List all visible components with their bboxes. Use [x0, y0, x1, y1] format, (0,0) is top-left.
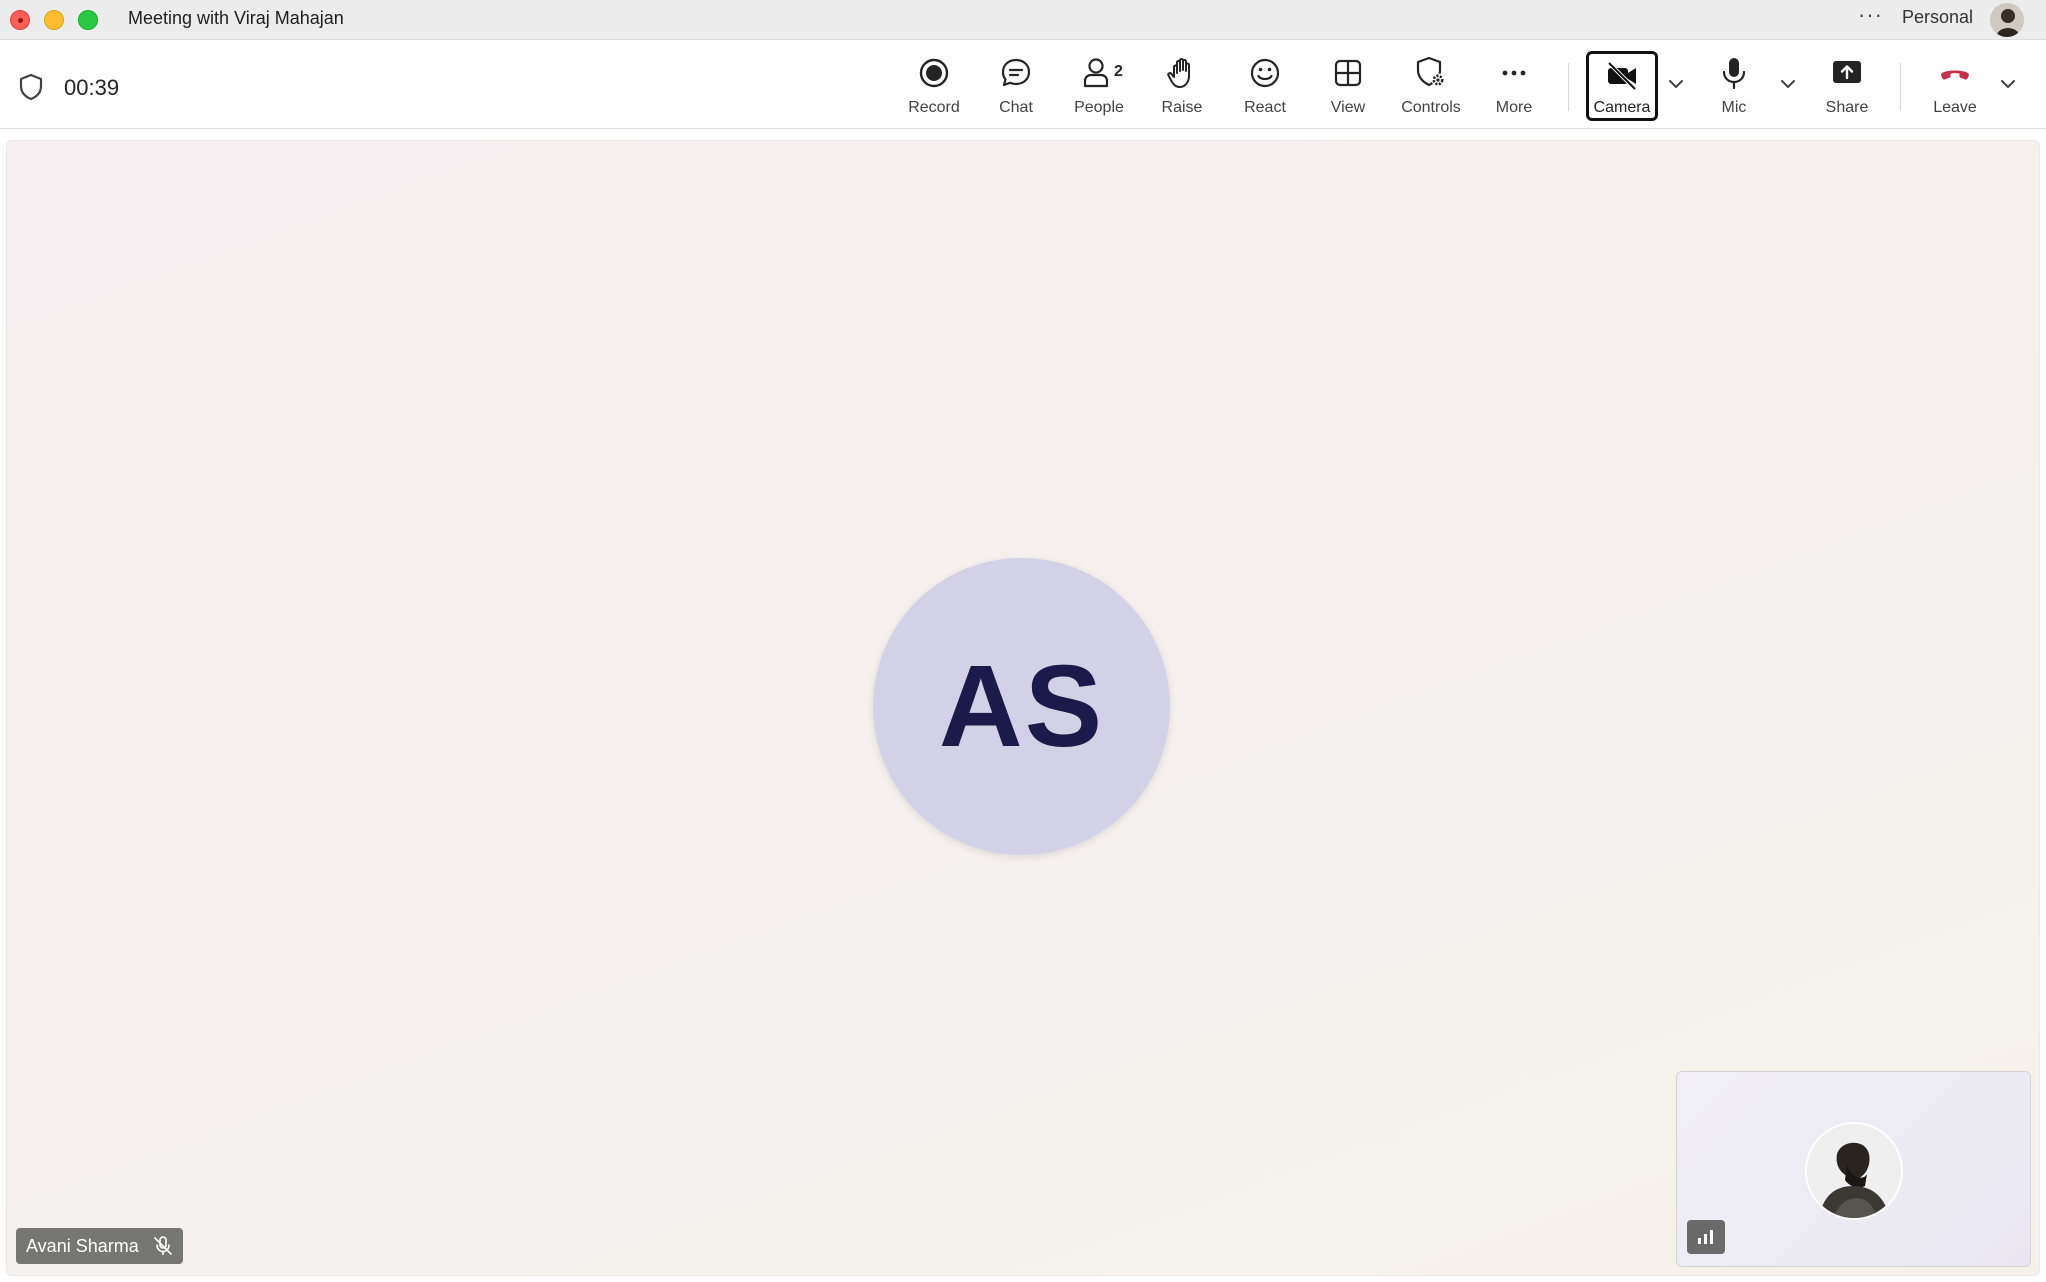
- mic-label: Mic: [1721, 99, 1747, 116]
- participant-initials: AS: [938, 641, 1105, 771]
- raise-label: Raise: [1161, 99, 1203, 116]
- more-label: More: [1495, 99, 1533, 116]
- mic-button[interactable]: Mic: [1694, 41, 1774, 129]
- meeting-timer: 00:39: [64, 75, 120, 100]
- more-icon: [1502, 70, 1526, 76]
- record-icon: [919, 58, 949, 88]
- zoom-window-button[interactable]: [78, 10, 98, 30]
- leave-label: Leave: [1933, 99, 1977, 116]
- hang-up-icon: [1941, 70, 1969, 80]
- camera-options-chevron-icon[interactable]: [1668, 77, 1684, 91]
- shield-icon[interactable]: [18, 73, 44, 101]
- minimize-window-button[interactable]: [44, 10, 64, 30]
- window-title-bar: Meeting with Viraj Mahajan ··· Personal: [0, 0, 2046, 40]
- camera-off-icon: [1607, 61, 1637, 91]
- chat-button[interactable]: Chat: [976, 41, 1056, 129]
- window-title: Meeting with Viraj Mahajan: [128, 8, 344, 28]
- record-label: Record: [908, 99, 960, 116]
- share-button[interactable]: Share: [1807, 41, 1887, 129]
- account-switcher[interactable]: Personal: [1902, 7, 1973, 28]
- view-label: View: [1330, 99, 1366, 116]
- shield-gear-icon: [1416, 56, 1445, 87]
- raise-hand-icon: [1167, 58, 1190, 88]
- network-quality-icon[interactable]: [1687, 1220, 1725, 1254]
- react-button[interactable]: React: [1225, 41, 1305, 129]
- chat-label: Chat: [999, 99, 1033, 116]
- toolbar-divider: [1900, 63, 1901, 111]
- title-more-button[interactable]: ···: [1858, 2, 1883, 28]
- view-button[interactable]: View: [1308, 41, 1388, 129]
- meeting-toolbar: 00:39 Record Chat 2 People Raise React V…: [0, 41, 2046, 129]
- share-icon: [1833, 61, 1861, 83]
- participant-name-tag: Avani Sharma: [16, 1228, 183, 1264]
- leave-options-chevron-icon[interactable]: [2000, 77, 2016, 91]
- people-button[interactable]: 2 People: [1059, 41, 1139, 129]
- leave-button[interactable]: Leave: [1915, 41, 1995, 129]
- controls-button[interactable]: Controls: [1391, 41, 1471, 129]
- camera-button[interactable]: Camera: [1586, 51, 1658, 121]
- account-photo-icon: [1990, 3, 2024, 37]
- raise-hand-button[interactable]: Raise: [1142, 41, 1222, 129]
- mic-options-chevron-icon[interactable]: [1780, 77, 1796, 91]
- smiley-icon: [1250, 58, 1280, 88]
- toolbar-divider: [1568, 63, 1569, 111]
- mic-icon: [1722, 58, 1746, 90]
- more-button[interactable]: More: [1474, 41, 1554, 129]
- chat-icon: [1001, 58, 1031, 87]
- share-label: Share: [1825, 99, 1869, 116]
- controls-label: Controls: [1401, 99, 1461, 116]
- participant-name: Avani Sharma: [26, 1236, 139, 1256]
- participant-avatar[interactable]: AS: [873, 558, 1170, 855]
- people-label: People: [1074, 99, 1124, 116]
- camera-label: Camera: [1593, 99, 1651, 116]
- grid-icon: [1334, 59, 1362, 87]
- record-button[interactable]: Record: [894, 41, 974, 129]
- mic-off-icon: [154, 1236, 172, 1255]
- close-window-button[interactable]: [10, 10, 30, 30]
- people-count-badge: 2: [1114, 63, 1123, 80]
- account-avatar[interactable]: [1990, 3, 2024, 37]
- self-photo-icon: [1807, 1124, 1901, 1218]
- react-label: React: [1244, 99, 1286, 116]
- self-avatar: [1805, 1122, 1903, 1220]
- people-icon: [1083, 58, 1109, 88]
- self-view-tile[interactable]: [1676, 1071, 2031, 1267]
